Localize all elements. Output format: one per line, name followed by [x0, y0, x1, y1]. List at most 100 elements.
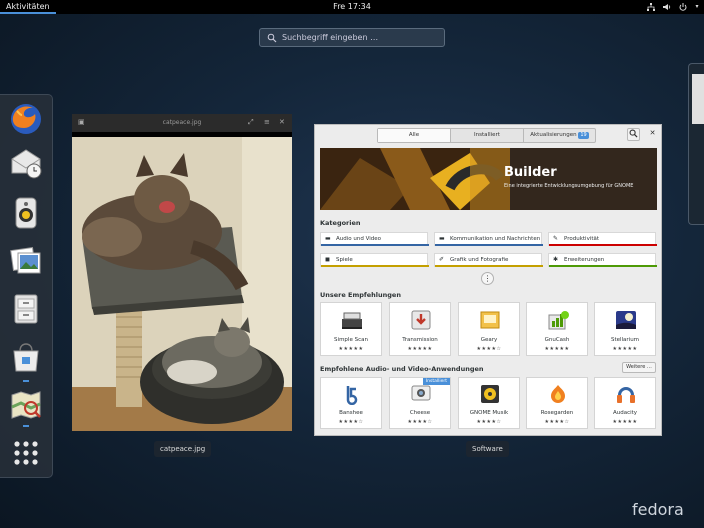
software-icon[interactable] [8, 339, 44, 375]
tab-updates[interactable]: Aktualisierungen 19 [524, 129, 595, 142]
app-name: Banshee [339, 410, 363, 416]
cat-photo [72, 137, 292, 431]
app-name: Simple Scan [334, 337, 368, 343]
evolution-mail-icon[interactable] [8, 145, 44, 181]
volume-icon[interactable] [662, 2, 672, 12]
close-icon: ✕ [649, 129, 656, 137]
firefox-icon[interactable] [8, 101, 44, 137]
search-placeholder: Suchbegriff eingeben … [282, 33, 379, 42]
close-button[interactable]: ✕ [646, 128, 659, 141]
app-name: Transmission [402, 337, 438, 343]
window-label-software[interactable]: Software [466, 441, 509, 457]
workspace-window-preview [692, 74, 704, 124]
show-apps-icon[interactable] [8, 435, 44, 471]
app-name: GNOME Musik [469, 410, 509, 416]
geary-icon [478, 309, 502, 331]
top-bar: Aktivitäten Fre 17:34 ▾ [0, 0, 704, 14]
app-rating: ★★★★☆ [476, 419, 502, 425]
app-name: GnuCash [544, 337, 570, 343]
app-rating: ★★★★★ [612, 346, 638, 352]
puzzle-icon: ✱ [553, 256, 559, 263]
window-titlebar[interactable]: ▣ catpeace.jpg ⤢ ≡ ✕ [72, 114, 292, 132]
search-button[interactable] [627, 128, 640, 141]
app-tile[interactable]: GnuCash ★★★★★ [526, 302, 588, 356]
search-input[interactable]: Suchbegriff eingeben … [259, 28, 445, 47]
app-rating: ★★★★★ [338, 346, 364, 352]
tab-all[interactable]: Alle [378, 129, 451, 142]
app-rating: ★★★★★ [407, 346, 433, 352]
category-extensions[interactable]: ✱ Erweiterungen [548, 253, 657, 267]
rhythmbox-icon[interactable] [8, 195, 44, 231]
gnome-maps-icon[interactable] [8, 387, 44, 423]
view-switcher: Alle Installiert Aktualisierungen 19 [377, 128, 596, 143]
app-tile[interactable]: Rosegarden ★★★★☆ [526, 377, 588, 429]
app-name: Cheese [409, 410, 431, 416]
workspace-thumbnail[interactable] [688, 63, 704, 225]
app-tile[interactable]: Cheese ★★★★☆ Installiert [389, 377, 451, 429]
stellarium-icon [614, 309, 638, 331]
app-rating: ★★★★☆ [338, 419, 364, 425]
network-icon[interactable] [646, 2, 656, 12]
app-name: Audacity [612, 410, 638, 416]
banner-title: Builder [504, 165, 557, 180]
app-rating: ★★★★★ [544, 346, 570, 352]
app-rating: ★★★★★ [612, 419, 638, 425]
rosegarden-icon [546, 383, 570, 405]
menu-icon[interactable]: ≡ [264, 118, 270, 126]
running-indicator [23, 425, 29, 427]
search-icon [629, 129, 638, 138]
close-icon[interactable]: ✕ [279, 118, 285, 126]
shotwell-icon[interactable] [8, 243, 44, 279]
categories-heading: Kategorien [320, 219, 361, 227]
simple-scan-icon [340, 309, 364, 331]
featured-banner[interactable]: Builder Eine integrierte Entwicklungsumg… [320, 148, 657, 210]
app-rating: ★★★★☆ [476, 346, 502, 352]
app-tile[interactable]: Stellarium ★★★★★ [594, 302, 656, 356]
cheese-icon [409, 383, 433, 405]
app-name: Stellarium [610, 337, 640, 343]
audacity-icon [614, 383, 638, 405]
app-name: Rosegarden [540, 410, 574, 416]
window-title: catpeace.jpg [162, 119, 202, 126]
running-indicator [23, 380, 29, 382]
fedora-logo: fedora [632, 500, 684, 519]
gamepad-icon: ◼ [325, 256, 330, 263]
category-communication[interactable]: ▬ Kommunikation und Nachrichten [434, 232, 543, 246]
dash [0, 94, 53, 478]
audio-video-icon: ▬ [325, 235, 331, 242]
category-audio-video[interactable]: ▬ Audio und Video [320, 232, 429, 246]
more-apps-button[interactable]: Weitere … [622, 362, 656, 373]
window-label-image[interactable]: catpeace.jpg [154, 441, 212, 457]
search-icon [267, 33, 277, 43]
transmission-icon [409, 309, 433, 331]
clock[interactable]: Fre 17:34 [0, 0, 704, 14]
image-viewer-window[interactable]: ▣ catpeace.jpg ⤢ ≡ ✕ [72, 114, 292, 431]
file-manager-icon[interactable] [8, 291, 44, 327]
app-tile[interactable]: Banshee ★★★★☆ [320, 377, 382, 429]
app-tile[interactable]: Audacity ★★★★★ [594, 377, 656, 429]
category-games[interactable]: ◼ Spiele [320, 253, 429, 267]
app-tile[interactable]: Geary ★★★★☆ [458, 302, 520, 356]
banshee-icon [340, 383, 364, 406]
category-graphics[interactable]: ✐ Grafik und Fotografie [434, 253, 543, 267]
power-icon[interactable] [678, 2, 688, 12]
app-tile[interactable]: Simple Scan ★★★★★ [320, 302, 382, 356]
banner-subtitle: Eine integrierte Entwicklungsumgebung fü… [504, 183, 634, 189]
gnucash-icon [546, 309, 570, 331]
software-window[interactable]: Alle Installiert Aktualisierungen 19 ✕ B… [314, 124, 662, 436]
chat-icon: ▬ [439, 235, 445, 242]
fullscreen-icon[interactable]: ⤢ [248, 118, 254, 127]
brush-icon: ✐ [439, 256, 445, 263]
app-rating: ★★★★☆ [407, 419, 433, 425]
menu-arrow-icon[interactable]: ▾ [692, 2, 702, 12]
app-rating: ★★★★☆ [544, 419, 570, 425]
category-productivity[interactable]: ✎ Produktivität [548, 232, 657, 246]
app-tile[interactable]: GNOME Musik ★★★★☆ [458, 377, 520, 429]
more-categories-button[interactable]: ⋮ [481, 272, 494, 285]
app-tile[interactable]: Transmission ★★★★★ [389, 302, 451, 356]
recommendations-heading: Unsere Empfehlungen [320, 291, 401, 299]
tab-installed[interactable]: Installiert [451, 129, 524, 142]
productivity-icon: ✎ [553, 235, 559, 242]
installed-badge: Installiert [422, 378, 450, 385]
updates-badge: 19 [578, 132, 589, 139]
